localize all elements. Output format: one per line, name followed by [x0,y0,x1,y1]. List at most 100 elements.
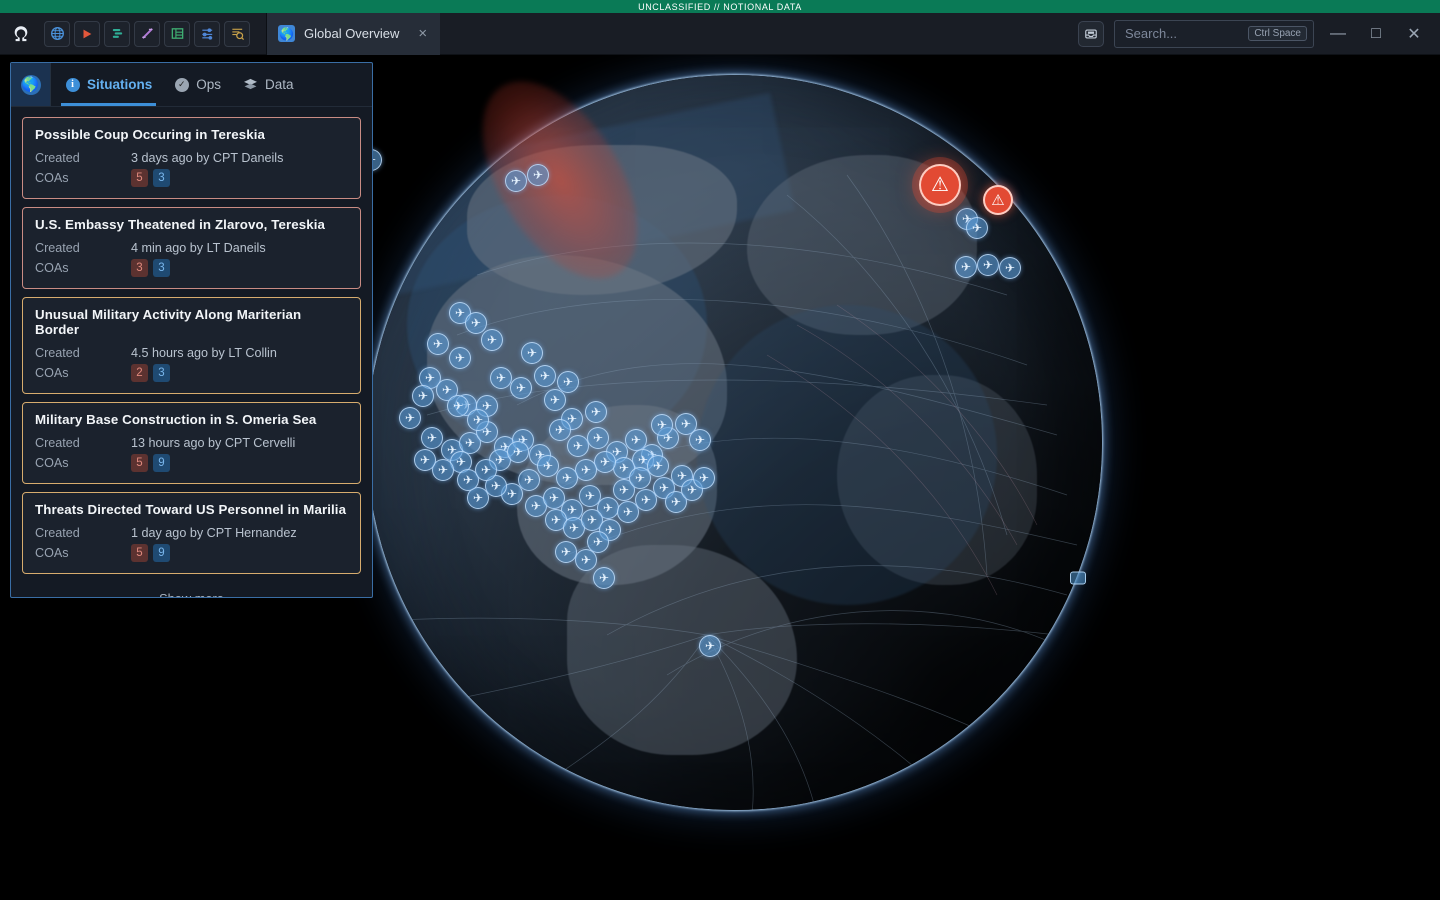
air-track-marker[interactable]: ✈ [537,455,559,477]
coa-blue-badge[interactable]: 9 [153,454,170,472]
air-track-marker[interactable]: ✈ [585,401,607,423]
search-shortcut-hint: Ctrl Space [1248,26,1307,41]
alert-marker-primary[interactable]: ⚠ [919,164,961,206]
air-track-marker[interactable]: ✈ [966,217,988,239]
maximize-button[interactable]: □ [1362,20,1390,48]
close-icon[interactable]: × [418,26,427,41]
air-track-marker[interactable]: ✈ [481,329,503,351]
situation-card[interactable]: Threats Directed Toward US Personnel in … [22,492,361,574]
coa-blue-badge[interactable]: 3 [153,169,170,187]
air-track-marker[interactable]: ✈ [490,367,512,389]
tab-data[interactable]: Data [243,63,294,106]
situation-card[interactable]: Possible Coup Occuring in Tereskia Creat… [22,117,361,199]
nodes-tool-button[interactable] [194,20,220,47]
coa-red-badge[interactable]: 5 [131,169,148,187]
tab-global-overview[interactable]: 🌎 Global Overview × [267,12,441,55]
air-track-marker[interactable]: ✈ [412,385,434,407]
check-circle-icon: ✓ [174,77,189,92]
tab-ops[interactable]: ✓ Ops [174,63,221,106]
air-track-marker[interactable]: ✈ [505,170,527,192]
air-track-marker[interactable]: ✈ [507,441,529,463]
tab-ops-label: Ops [196,77,222,92]
inbox-icon[interactable] [1078,20,1104,47]
info-icon: i [65,77,80,92]
air-track-marker[interactable]: ✈ [475,459,497,481]
air-track-marker[interactable]: ✈ [587,427,609,449]
air-track-marker[interactable]: ✈ [575,549,597,571]
air-track-marker[interactable]: ✈ [449,347,471,369]
coa-badges: 5 9 [131,544,170,562]
air-track-marker[interactable]: ✈ [521,342,543,364]
air-track-marker[interactable]: ✈ [421,427,443,449]
facility-marker[interactable] [1070,571,1086,585]
air-track-marker[interactable]: ✈ [399,407,421,429]
close-button[interactable]: ✕ [1400,20,1428,48]
search-input[interactable]: Search... Ctrl Space [1114,19,1314,48]
air-track-marker[interactable]: ✈ [594,451,616,473]
minimize-button[interactable]: — [1324,20,1352,48]
air-track-marker[interactable]: ✈ [575,459,597,481]
coa-blue-badge[interactable]: 3 [153,364,170,382]
application-window: UNCLASSIFIED // NOTIONAL DATA 🌎 Global O… [0,0,1440,900]
air-track-marker[interactable]: ✈ [699,635,721,657]
air-track-marker[interactable]: ✈ [427,333,449,355]
air-track-marker[interactable]: ✈ [693,467,715,489]
coa-red-badge[interactable]: 2 [131,364,148,382]
tab-label: Global Overview [304,26,400,41]
air-track-marker[interactable]: ✈ [465,312,487,334]
air-track-marker[interactable]: ✈ [977,254,999,276]
coas-label: COAs [35,546,69,560]
search-doc-tool-button[interactable] [224,20,250,47]
created-value: 4.5 hours ago by LT Collin [131,346,277,360]
show-more-button[interactable]: Show more [22,582,361,597]
tab-strip: 🌎 Global Overview × [267,12,441,55]
classification-banner: UNCLASSIFIED // NOTIONAL DATA [0,0,1440,13]
situation-card[interactable]: Unusual Military Activity Along Mariteri… [22,297,361,394]
coa-red-badge[interactable]: 5 [131,454,148,472]
globe-tool-button[interactable] [44,20,70,47]
coa-red-badge[interactable]: 3 [131,259,148,277]
air-track-marker[interactable]: ✈ [510,377,532,399]
air-track-marker[interactable]: ✈ [467,409,489,431]
coa-blue-badge[interactable]: 3 [153,259,170,277]
created-label: Created [35,151,80,165]
air-track-marker[interactable]: ✈ [593,567,615,589]
air-track-marker[interactable]: ✈ [447,395,469,417]
panel-tabs: i Situations ✓ Ops Data [51,63,294,106]
air-track-marker[interactable]: ✈ [544,389,566,411]
window-controls-group: Search... Ctrl Space — □ ✕ [1078,19,1440,48]
play-tool-button[interactable] [74,20,100,47]
air-track-marker[interactable]: ✈ [689,429,711,451]
edit-tool-button[interactable] [134,20,160,47]
air-track-marker[interactable]: ✈ [549,419,571,441]
tab-situations[interactable]: i Situations [60,63,157,106]
situation-card[interactable]: Military Base Construction in S. Omeria … [22,402,361,484]
alert-marker-secondary[interactable]: ⚠ [983,185,1013,215]
panel-globe-icon[interactable]: 🌎 [11,63,51,106]
air-track-marker[interactable]: ✈ [955,256,977,278]
filter-tool-button[interactable] [104,20,130,47]
coas-label: COAs [35,456,69,470]
situation-card[interactable]: U.S. Embassy Theatened in Zlarovo, Teres… [22,207,361,289]
coa-red-badge[interactable]: 5 [131,544,148,562]
air-track-marker[interactable]: ✈ [527,164,549,186]
toolbar [44,20,250,47]
situation-title: Military Base Construction in S. Omeria … [35,412,317,427]
coa-blue-badge[interactable]: 9 [153,544,170,562]
coa-badges: 5 9 [131,454,170,472]
coa-badges: 3 3 [131,259,170,277]
created-value: 13 hours ago by CPT Cervelli [131,436,296,450]
table-tool-button[interactable] [164,20,190,47]
omega-logo-icon[interactable] [0,13,42,55]
air-track-marker[interactable]: ✈ [534,365,556,387]
air-track-marker[interactable]: ✈ [556,467,578,489]
coa-badges: 5 3 [131,169,170,187]
show-more-label: Show more [159,591,224,597]
air-track-marker[interactable]: ✈ [647,455,669,477]
air-track-marker[interactable]: ✈ [567,435,589,457]
air-track-marker[interactable]: ✈ [999,257,1021,279]
air-track-marker[interactable]: ✈ [651,414,673,436]
search-placeholder: Search... [1125,26,1178,41]
air-track-marker[interactable]: ✈ [414,449,436,471]
air-track-marker[interactable]: ✈ [555,541,577,563]
